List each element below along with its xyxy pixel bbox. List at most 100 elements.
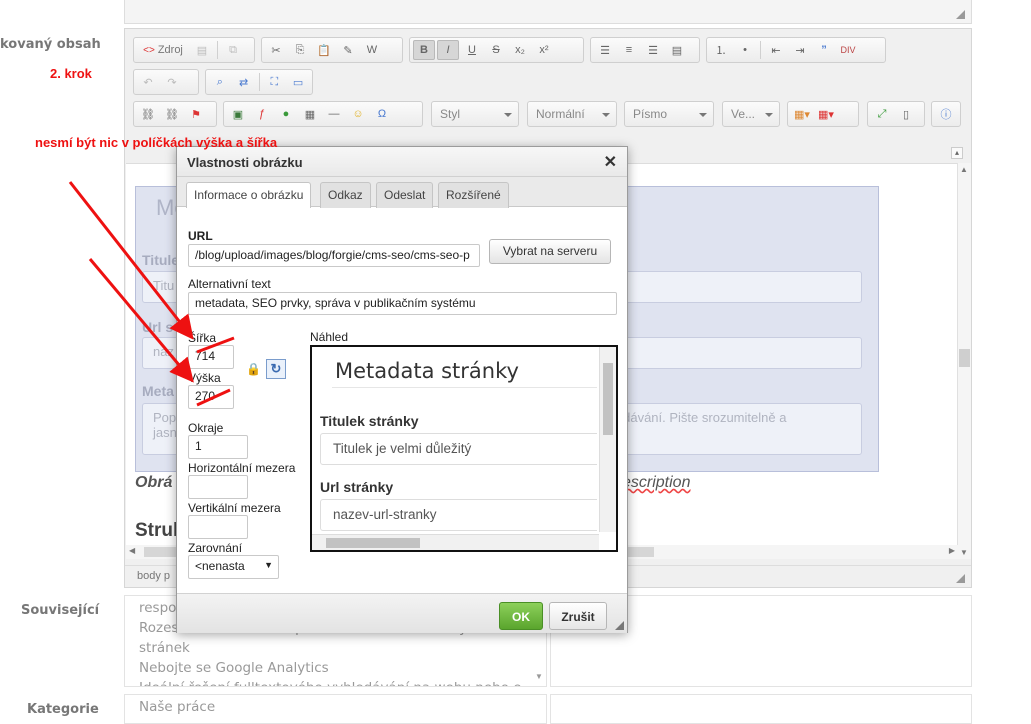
scroll-thumb[interactable] (326, 538, 420, 548)
italic-icon[interactable]: I (437, 40, 459, 60)
smiley-icon[interactable]: ☺ (347, 104, 369, 124)
text-color-icon[interactable]: ▦▾ (791, 104, 813, 124)
tab-link[interactable]: Odkaz (320, 182, 371, 208)
spellcheck-icon[interactable]: ▭ (287, 72, 309, 92)
info-icon[interactable]: ⓘ (935, 104, 957, 124)
source-button[interactable]: <> Zdroj (137, 40, 189, 60)
special-char-icon[interactable]: Ω (371, 104, 393, 124)
separator (217, 41, 218, 59)
horizontal-rule-icon[interactable]: ― (323, 104, 345, 124)
chevron-down-icon: ▼ (264, 560, 273, 570)
scroll-thumb[interactable] (959, 349, 970, 367)
bullet-list-icon[interactable]: • (734, 40, 756, 60)
scroll-thumb[interactable] (603, 363, 613, 435)
font-combo[interactable]: Písmo (624, 101, 714, 127)
resize-grip-icon[interactable] (956, 10, 965, 19)
category-list[interactable]: Naše práce (124, 694, 547, 724)
paste-text-icon[interactable]: ✎ (337, 40, 359, 60)
find-icon[interactable]: ⌕ (209, 72, 231, 92)
scroll-down-icon[interactable]: ▼ (535, 672, 543, 681)
ok-button[interactable]: OK (499, 602, 543, 630)
border-input[interactable]: 1 (188, 435, 248, 459)
preview-label: Náhled (310, 330, 349, 344)
align-center-icon[interactable]: ≡ (618, 40, 640, 60)
numbered-list-icon[interactable]: ⒈ (710, 40, 732, 60)
style-combo[interactable]: Styl (431, 101, 519, 127)
scroll-right-icon[interactable]: ▶ (949, 546, 955, 555)
list-item[interactable]: Ideální řešení fulltextového vyhledávání… (139, 678, 532, 686)
align-left-icon[interactable]: ☰ (594, 40, 616, 60)
resize-grip-icon[interactable] (956, 574, 965, 583)
close-icon[interactable]: ✕ (604, 152, 617, 172)
underline-icon[interactable]: U (461, 40, 483, 60)
replace-icon[interactable]: ⇄ (233, 72, 255, 92)
tab-upload[interactable]: Odeslat (376, 182, 434, 208)
toolbar-color-group: ▦▾ ▦▾ (787, 101, 859, 127)
step-annotation: 2. krok (50, 66, 92, 81)
bg-color-icon[interactable]: ▦▾ (815, 104, 837, 124)
lock-ratio-icon[interactable]: 🔒 (246, 362, 261, 376)
templates-icon[interactable]: ⧉ (222, 40, 244, 60)
paste-icon[interactable]: 📋 (313, 40, 335, 60)
align-justify-icon[interactable]: ▤ (666, 40, 688, 60)
superscript-icon[interactable]: x² (533, 40, 555, 60)
select-all-icon[interactable]: ⛶ (263, 72, 285, 92)
dialog-titlebar[interactable]: Vlastnosti obrázku ✕ (177, 147, 627, 177)
copy-icon[interactable]: ⎘ (289, 40, 311, 60)
subscript-icon[interactable]: x₂ (509, 40, 531, 60)
flash-icon[interactable]: ƒ (251, 104, 273, 124)
preview-icon[interactable]: ▤ (191, 40, 213, 60)
browse-server-button[interactable]: Vybrat na serveru (489, 239, 611, 264)
toolbar-undo-group: ↶ ↷ (133, 69, 199, 95)
show-blocks-icon[interactable]: ▯ (895, 104, 917, 124)
selected-category-list[interactable] (550, 694, 972, 724)
undo-icon[interactable]: ↶ (137, 72, 159, 92)
image-icon[interactable]: ▣ (227, 104, 249, 124)
redo-icon[interactable]: ↷ (161, 72, 183, 92)
anchor-icon[interactable]: ⚑ (185, 104, 207, 124)
table-icon[interactable]: ▦ (299, 104, 321, 124)
url-input[interactable]: /blog/upload/images/blog/forgie/cms-seo/… (188, 244, 480, 267)
format-combo[interactable]: Normální (527, 101, 617, 127)
maximize-icon[interactable]: ⤢ (871, 104, 893, 124)
scroll-down-icon[interactable]: ▼ (960, 548, 968, 557)
list-item[interactable]: Nebojte se Google Analytics (139, 658, 532, 678)
alt-text-input[interactable]: metadata, SEO prvky, správa v publikační… (188, 292, 617, 315)
editor-vertical-scrollbar[interactable]: ▲ ▼ (957, 163, 971, 559)
reset-size-icon[interactable]: ↻ (266, 359, 286, 379)
outdent-icon[interactable]: ⇤ (765, 40, 787, 60)
preview-heading: Metadata stránky (335, 359, 519, 383)
dialog-resize-grip-icon[interactable] (615, 621, 624, 630)
strike-icon[interactable]: S (485, 40, 507, 60)
blockquote-icon[interactable]: ” (813, 40, 835, 60)
tab-advanced[interactable]: Rozšířené (438, 182, 509, 208)
category-field-label: Kategorie (27, 702, 99, 717)
scroll-left-icon[interactable]: ◀ (129, 546, 135, 555)
tab-image-info[interactable]: Informace o obrázku (186, 182, 312, 208)
separator (258, 73, 260, 91)
hspace-input[interactable] (188, 475, 248, 499)
indent-icon[interactable]: ⇥ (789, 40, 811, 60)
paste-word-icon[interactable]: W (361, 40, 383, 60)
element-path[interactable]: body p (137, 570, 170, 582)
cancel-button[interactable]: Zrušit (549, 602, 607, 630)
size-combo[interactable]: Ve... (722, 101, 780, 127)
align-select[interactable]: <nenasta ▼ (188, 555, 279, 579)
cut-icon[interactable]: ✂ (265, 40, 287, 60)
align-right-icon[interactable]: ☰ (642, 40, 664, 60)
preview-horizontal-scrollbar[interactable] (312, 534, 599, 550)
bold-icon[interactable]: B (413, 40, 435, 60)
height-input[interactable]: 270 (188, 385, 234, 409)
width-input[interactable]: 714 (188, 345, 234, 369)
list-item[interactable]: Naše práce (139, 697, 532, 717)
preview-vertical-scrollbar[interactable] (599, 347, 616, 532)
font-combo-value: Písmo (633, 107, 668, 121)
scroll-up-icon[interactable]: ▲ (960, 165, 968, 174)
vspace-input[interactable] (188, 515, 248, 539)
bg-label-meta: Meta (142, 383, 174, 399)
unlink-icon[interactable]: ⛓ (161, 104, 183, 124)
iframe-icon[interactable]: ● (275, 104, 297, 124)
div-container-icon[interactable]: DIV (837, 40, 859, 60)
collapse-toolbar-icon[interactable]: ▴ (951, 147, 963, 159)
link-icon[interactable]: ⛓ (137, 104, 159, 124)
